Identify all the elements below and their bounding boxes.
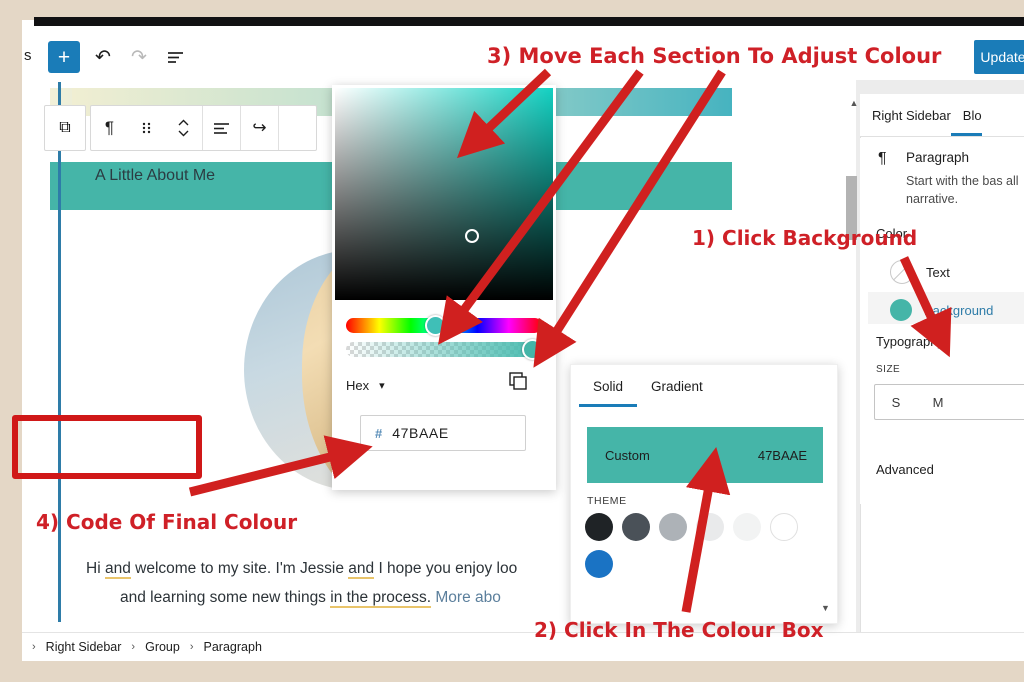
color-picker-popover: Hex ▾ # 47BAAE xyxy=(332,85,556,490)
annotation-step4: 4) Code Of Final Colour xyxy=(36,510,298,534)
size-option-s[interactable]: S xyxy=(875,395,917,410)
browser-chrome-bar xyxy=(34,17,1024,26)
alpha-slider[interactable] xyxy=(346,342,542,357)
para-text-4: and learning some new things xyxy=(120,588,331,606)
annotation-step3: 3) Move Each Section To Adjust Colour xyxy=(487,44,942,68)
more-options-icon[interactable] xyxy=(279,107,316,149)
add-block-button[interactable]: + xyxy=(48,41,80,73)
breadcrumb-item-paragraph[interactable]: Paragraph xyxy=(204,640,262,654)
block-toolbar-group-align xyxy=(203,106,241,150)
group-block-button[interactable]: ⧉ xyxy=(44,105,86,151)
theme-swatch[interactable] xyxy=(696,513,724,541)
sidebar-typography-section: Typography SIZE S M xyxy=(860,324,1024,453)
theme-swatch[interactable] xyxy=(770,513,798,541)
theme-swatch[interactable] xyxy=(622,513,650,541)
size-caption: SIZE xyxy=(876,364,901,375)
drag-handle-icon[interactable] xyxy=(128,107,165,149)
para-text-1: Hi xyxy=(86,560,105,577)
hex-field-highlight-box xyxy=(12,415,202,479)
color-format-label[interactable]: Hex xyxy=(346,378,369,393)
move-updown-icon[interactable] xyxy=(165,107,202,149)
right-sidebar: ▲ Right Sidebar Blo ¶ Paragraph Start wi… xyxy=(850,80,1024,632)
hex-value[interactable]: 47BAAE xyxy=(392,425,449,441)
color-row-background[interactable]: Background xyxy=(868,292,1024,328)
text-color-swatch[interactable] xyxy=(890,260,914,284)
sidebar-advanced-section[interactable]: Advanced xyxy=(860,452,1024,504)
align-glyph xyxy=(213,122,229,134)
background-color-popover: Solid Gradient Custom 47BAAE THEME ▼ xyxy=(570,364,838,624)
breadcrumb-item-group[interactable]: Group xyxy=(145,640,180,654)
annotation-step1: 1) Click Background xyxy=(692,226,918,250)
para-underline-2: and xyxy=(348,560,375,579)
block-type-description: Start with the bas all narrative. xyxy=(906,174,1019,207)
redo-icon[interactable]: ↷ xyxy=(124,42,154,72)
para-text-2: welcome to my site. I'm Jessie xyxy=(130,560,349,577)
popover-scroll-down-icon[interactable]: ▼ xyxy=(821,603,830,613)
para-link[interactable]: More abo xyxy=(431,589,501,606)
background-color-swatch[interactable] xyxy=(890,299,912,321)
typography-section-label: Typography xyxy=(876,334,944,349)
text-color-label: Text xyxy=(926,264,950,280)
page-heading: A Little About Me xyxy=(95,167,216,184)
custom-color-box[interactable]: Custom 47BAAE xyxy=(587,427,823,483)
para-underline-3: in the process. xyxy=(330,588,432,608)
sidebar-tabs: Right Sidebar Blo xyxy=(860,94,1024,137)
theme-swatch[interactable] xyxy=(659,513,687,541)
breadcrumb-chevron-icon: › xyxy=(131,641,136,653)
align-icon[interactable] xyxy=(203,107,240,149)
chevron-down-icon[interactable]: ▾ xyxy=(379,379,385,392)
block-type-title: Paragraph xyxy=(906,150,970,165)
list-view-icon[interactable] xyxy=(160,42,190,72)
annotation-step2: 2) Click In The Colour Box xyxy=(534,618,824,642)
list-view-glyph xyxy=(167,51,183,63)
font-size-selector[interactable]: S M xyxy=(874,384,1024,420)
paragraph-icon: ¶ xyxy=(878,150,887,167)
theme-caption: THEME xyxy=(587,495,627,507)
solid-gradient-tabs: Solid Gradient xyxy=(571,365,837,407)
block-toolbar: ¶ ↪ xyxy=(90,105,317,151)
alpha-slider-handle[interactable] xyxy=(522,339,543,360)
para-text-3: I hope you enjoy loo xyxy=(374,560,518,577)
update-button[interactable]: Update xyxy=(974,40,1024,74)
tab-right-sidebar[interactable]: Right Sidebar xyxy=(860,94,951,136)
link-icon[interactable]: ↪ xyxy=(241,107,278,149)
tab-gradient[interactable]: Gradient xyxy=(637,365,717,407)
size-option-m[interactable]: M xyxy=(917,395,959,410)
theme-swatch-list xyxy=(585,513,829,578)
drag-dots-glyph xyxy=(142,122,151,134)
copy-icon[interactable] xyxy=(508,371,528,391)
theme-swatch[interactable] xyxy=(733,513,761,541)
copy-glyph xyxy=(509,372,527,390)
window-title-truncated: s xyxy=(24,47,32,64)
theme-swatch[interactable] xyxy=(585,513,613,541)
sidebar-block-header: ¶ Paragraph Start with the bas all narra… xyxy=(860,138,1024,217)
tab-solid[interactable]: Solid xyxy=(579,365,637,407)
group-block-icon: ⧉ xyxy=(59,119,71,136)
custom-color-hex: 47BAAE xyxy=(757,447,807,463)
block-toolbar-group-link: ↪ xyxy=(241,106,279,150)
background-color-label: Background xyxy=(924,302,994,318)
selected-block-border xyxy=(58,82,61,622)
color-row-text[interactable]: Text xyxy=(868,254,1024,290)
breadcrumb-chevron-icon: › xyxy=(32,641,36,653)
tab-block[interactable]: Blo xyxy=(951,94,982,136)
saturation-value-area[interactable] xyxy=(335,88,553,300)
breadcrumb: › Right Sidebar › Group › Paragraph xyxy=(22,632,1024,661)
breadcrumb-chevron-icon: › xyxy=(189,641,194,653)
block-toolbar-group-more xyxy=(279,106,316,150)
block-toolbar-group-type: ¶ xyxy=(91,106,203,150)
undo-icon[interactable]: ↶ xyxy=(88,42,118,72)
hash-prefix: # xyxy=(375,425,383,441)
custom-color-label: Custom xyxy=(605,447,650,463)
hex-input-field[interactable]: # 47BAAE xyxy=(360,415,526,451)
chevron-updown-glyph xyxy=(178,119,189,137)
saturation-handle[interactable] xyxy=(465,229,479,243)
hue-slider-handle[interactable] xyxy=(425,315,446,336)
paragraph-type-icon[interactable]: ¶ xyxy=(91,107,128,149)
advanced-section-label: Advanced xyxy=(876,462,934,477)
para-underline-1: and xyxy=(104,560,131,579)
theme-swatch[interactable] xyxy=(585,550,613,578)
breadcrumb-item-right-sidebar[interactable]: Right Sidebar xyxy=(46,640,122,654)
